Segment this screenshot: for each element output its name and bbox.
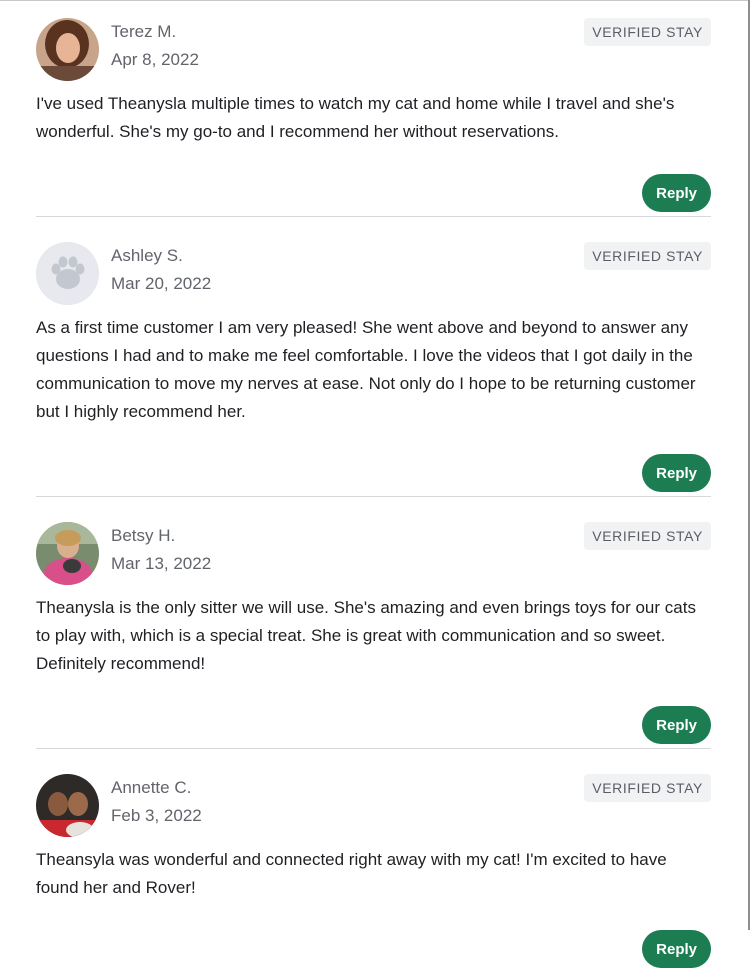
review-item: Terez M. Apr 8, 2022 VERIFIED STAY I've … — [36, 0, 711, 216]
reply-button[interactable]: Reply — [642, 706, 711, 744]
reply-button[interactable]: Reply — [642, 174, 711, 212]
review-text: Theanysla is the only sitter we will use… — [36, 598, 696, 673]
review-header: Annette C. Feb 3, 2022 VERIFIED STAY — [36, 749, 711, 846]
review-item: Annette C. Feb 3, 2022 VERIFIED STAY The… — [36, 748, 711, 968]
verified-stay-badge: VERIFIED STAY — [584, 242, 711, 270]
reply-row: Reply — [36, 454, 711, 492]
review-header: Terez M. Apr 8, 2022 VERIFIED STAY — [36, 0, 711, 90]
reply-row: Reply — [36, 930, 711, 968]
review-item: Ashley S. Mar 20, 2022 VERIFIED STAY As … — [36, 216, 711, 496]
avatar[interactable] — [36, 18, 99, 81]
reviewer-name: Annette C. — [111, 778, 192, 797]
reply-button[interactable]: Reply — [642, 454, 711, 492]
review-header: Betsy H. Mar 13, 2022 VERIFIED STAY — [36, 497, 711, 594]
review-item: Betsy H. Mar 13, 2022 VERIFIED STAY Thea… — [36, 496, 711, 748]
review-date: Feb 3, 2022 — [111, 806, 202, 825]
review-date: Mar 13, 2022 — [111, 554, 212, 573]
verified-stay-badge: VERIFIED STAY — [584, 522, 711, 550]
review-header: Ashley S. Mar 20, 2022 VERIFIED STAY — [36, 217, 711, 314]
reviewer-name: Betsy H. — [111, 526, 176, 545]
avatar[interactable] — [36, 774, 99, 837]
review-date: Mar 20, 2022 — [111, 274, 212, 293]
verified-stay-badge: VERIFIED STAY — [584, 18, 711, 46]
reply-row: Reply — [36, 706, 711, 744]
review-text: I've used Theanysla multiple times to wa… — [36, 94, 675, 141]
reply-button[interactable]: Reply — [642, 930, 711, 968]
review-date: Apr 8, 2022 — [111, 50, 199, 69]
review-text: As a first time customer I am very pleas… — [36, 318, 696, 421]
reply-row: Reply — [36, 174, 711, 212]
reviewer-name: Ashley S. — [111, 246, 183, 265]
paw-icon[interactable] — [36, 242, 99, 305]
review-list: Terez M. Apr 8, 2022 VERIFIED STAY I've … — [36, 0, 711, 968]
verified-stay-badge: VERIFIED STAY — [584, 774, 711, 802]
review-text: Theansyla was wonderful and connected ri… — [36, 850, 667, 897]
reviewer-name: Terez M. — [111, 22, 177, 41]
avatar[interactable] — [36, 522, 99, 585]
